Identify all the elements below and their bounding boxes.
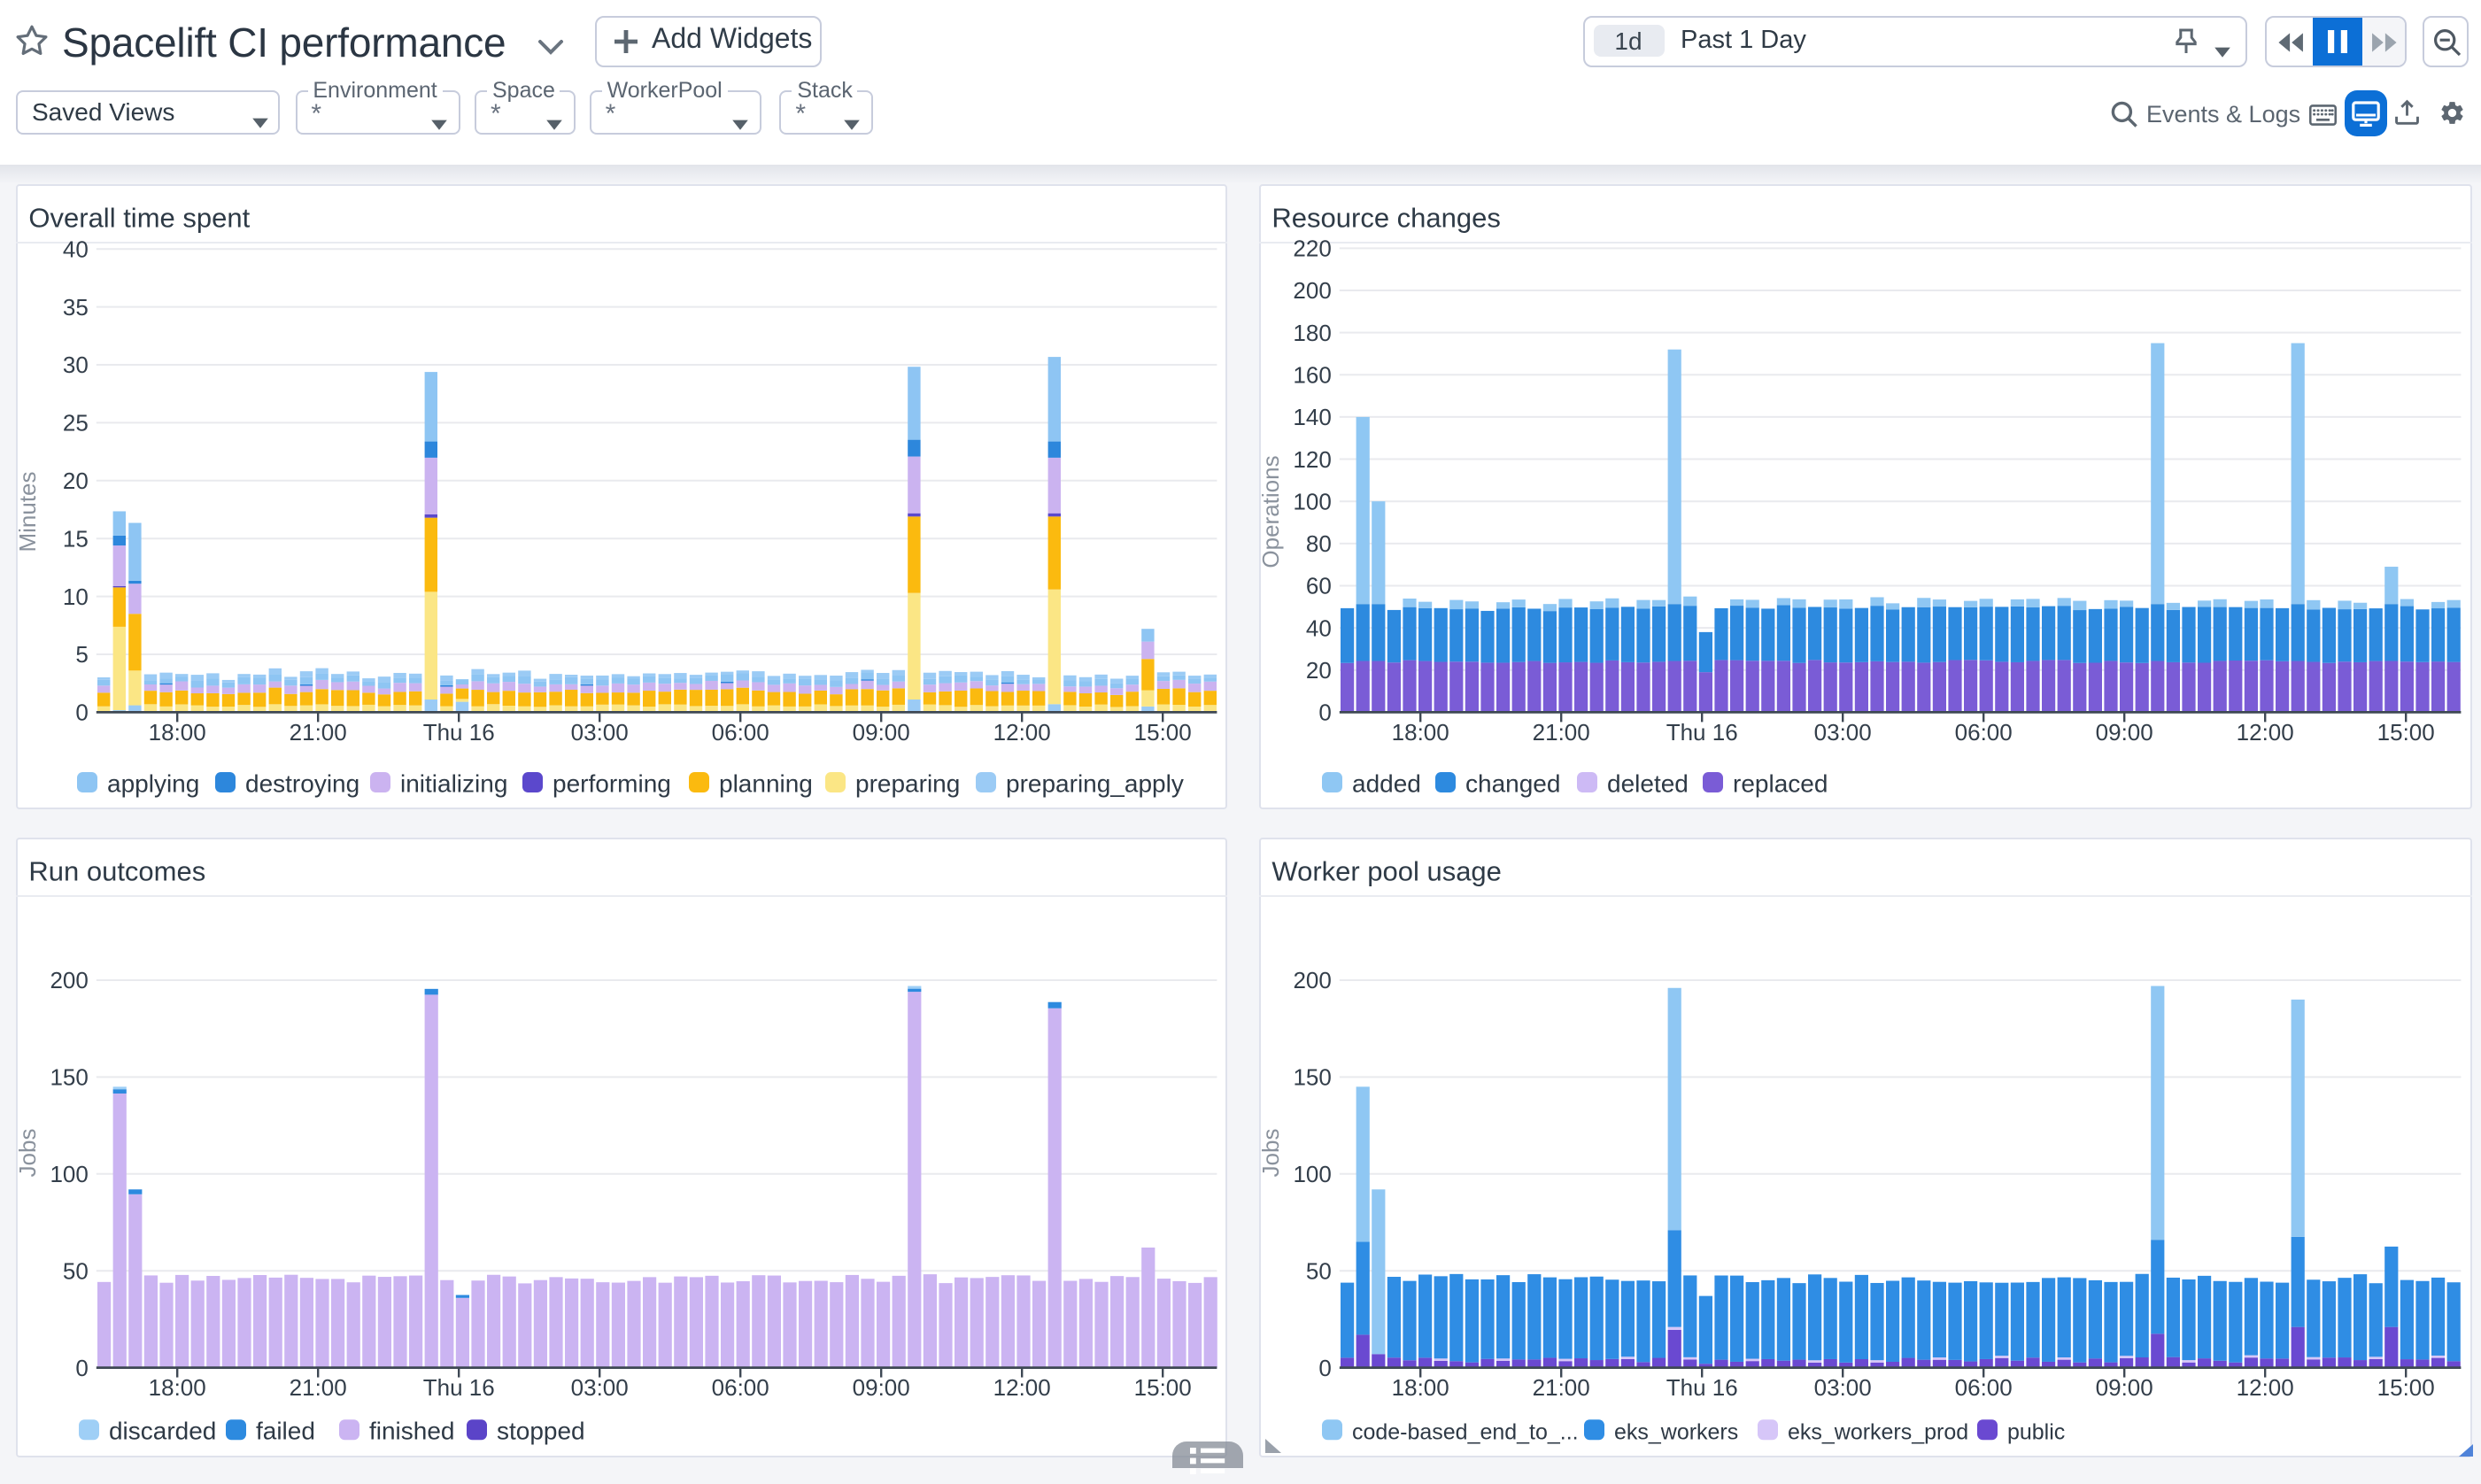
svg-text:0: 0 [1318,699,1330,725]
svg-text:0: 0 [74,1355,87,1381]
svg-text:03:00: 03:00 [570,1374,628,1401]
svg-text:12:00: 12:00 [2236,1374,2293,1401]
svg-text:12:00: 12:00 [993,1374,1050,1401]
svg-text:Operations: Operations [1258,454,1283,567]
svg-text:Run outcomes: Run outcomes [27,855,205,886]
svg-text:stopped: stopped [496,1418,584,1445]
svg-text:Jobs: Jobs [15,1129,40,1178]
svg-text:preparing: preparing [854,769,959,796]
svg-text:Thu 16: Thu 16 [1666,1374,1737,1401]
svg-text:15:00: 15:00 [1133,718,1191,745]
svg-text:35: 35 [62,293,88,320]
svg-text:09:00: 09:00 [852,718,909,745]
svg-text:03:00: 03:00 [1813,718,1871,745]
svg-text:Worker pool usage: Worker pool usage [1271,855,1501,886]
svg-text:06:00: 06:00 [711,718,769,745]
svg-text:18:00: 18:00 [1391,1374,1449,1401]
svg-text:18:00: 18:00 [148,1374,205,1401]
svg-text:planning: planning [718,769,812,796]
svg-text:added: added [1351,769,1420,796]
svg-text:150: 150 [1292,1064,1330,1091]
svg-text:Thu 16: Thu 16 [422,1374,494,1401]
svg-text:100: 100 [49,1161,87,1187]
svg-text:150: 150 [49,1064,87,1091]
svg-text:10: 10 [62,583,88,609]
svg-text:replaced: replaced [1732,769,1827,796]
svg-text:180: 180 [1292,319,1330,345]
svg-text:21:00: 21:00 [289,718,346,745]
svg-text:Resource changes: Resource changes [1271,201,1500,232]
svg-text:Thu 16: Thu 16 [422,718,494,745]
svg-text:destroying: destroying [244,769,359,796]
svg-text:40: 40 [1305,614,1331,640]
svg-text:finished: finished [368,1418,453,1445]
svg-text:50: 50 [1305,1257,1331,1284]
svg-text:40: 40 [62,235,88,261]
svg-text:03:00: 03:00 [570,718,628,745]
svg-text:18:00: 18:00 [1391,718,1449,745]
svg-text:public: public [2006,1420,2064,1445]
svg-text:applying: applying [106,769,198,796]
svg-text:200: 200 [1292,967,1330,993]
svg-text:21:00: 21:00 [289,1374,346,1401]
svg-text:06:00: 06:00 [1954,718,2012,745]
svg-text:failed: failed [255,1418,314,1445]
svg-text:21:00: 21:00 [1532,718,1589,745]
svg-text:80: 80 [1305,529,1331,556]
svg-text:12:00: 12:00 [2236,718,2293,745]
svg-text:deleted: deleted [1606,769,1688,796]
svg-text:0: 0 [1318,1355,1330,1381]
svg-text:preparing_apply: preparing_apply [1005,769,1183,796]
svg-text:changed: changed [1465,769,1559,796]
svg-text:09:00: 09:00 [2095,1374,2153,1401]
svg-text:18:00: 18:00 [148,718,205,745]
svg-text:Overall time spent: Overall time spent [27,201,249,232]
svg-text:03:00: 03:00 [1813,1374,1871,1401]
svg-text:code-based_end_to_...: code-based_end_to_... [1351,1420,1578,1445]
svg-text:Minutes: Minutes [15,470,40,551]
svg-text:Thu 16: Thu 16 [1666,718,1737,745]
svg-text:12:00: 12:00 [993,718,1050,745]
svg-text:eks_workers_prod: eks_workers_prod [1787,1420,1967,1445]
svg-text:09:00: 09:00 [2095,718,2153,745]
svg-text:eks_workers: eks_workers [1613,1420,1737,1445]
svg-text:25: 25 [62,409,88,436]
svg-text:30: 30 [62,351,88,377]
svg-text:140: 140 [1292,403,1330,429]
svg-text:15: 15 [62,524,88,551]
svg-text:21:00: 21:00 [1532,1374,1589,1401]
svg-text:initializing: initializing [399,769,506,796]
svg-text:160: 160 [1292,360,1330,387]
svg-text:15:00: 15:00 [2377,1374,2434,1401]
svg-text:0: 0 [74,699,87,725]
svg-text:09:00: 09:00 [852,1374,909,1401]
svg-text:20: 20 [62,467,88,493]
svg-text:120: 120 [1292,445,1330,472]
svg-text:performing: performing [552,769,670,796]
svg-text:06:00: 06:00 [1954,1374,2012,1401]
svg-text:15:00: 15:00 [2377,718,2434,745]
svg-text:60: 60 [1305,572,1331,599]
svg-text:20: 20 [1305,656,1331,683]
svg-text:100: 100 [1292,1161,1330,1187]
svg-text:5: 5 [74,640,87,667]
svg-text:discarded: discarded [108,1418,215,1445]
svg-text:200: 200 [49,967,87,993]
svg-text:50: 50 [62,1257,88,1284]
svg-text:200: 200 [1292,276,1330,303]
svg-text:06:00: 06:00 [711,1374,769,1401]
svg-text:Jobs: Jobs [1258,1129,1283,1178]
svg-text:220: 220 [1292,235,1330,261]
svg-text:15:00: 15:00 [1133,1374,1191,1401]
svg-text:100: 100 [1292,487,1330,514]
